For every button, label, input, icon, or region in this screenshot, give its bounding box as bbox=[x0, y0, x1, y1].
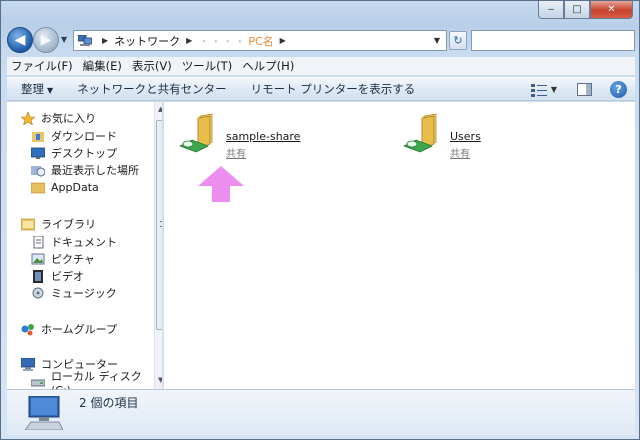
share-subtitle: 共有 bbox=[226, 149, 246, 160]
address-bar[interactable]: ▶ ネットワーク ▶ ・・・・ PC名 ▶ ▼ bbox=[73, 30, 447, 51]
star-icon bbox=[21, 111, 35, 125]
refresh-button[interactable]: ↻ bbox=[449, 31, 467, 50]
view-dropdown-icon[interactable]: ▼ bbox=[551, 85, 557, 94]
music-icon bbox=[32, 287, 44, 298]
menu-edit[interactable]: 編集(E) bbox=[79, 58, 126, 74]
computer-icon bbox=[21, 357, 35, 371]
nav-homegroup[interactable]: ホームグループ bbox=[21, 321, 117, 337]
item-count: 2 個の項目 bbox=[79, 396, 139, 410]
nav-music[interactable]: ミュージック bbox=[31, 285, 117, 301]
organize-dropdown-icon: ▼ bbox=[47, 86, 54, 95]
nav-appdata[interactable]: AppData bbox=[31, 179, 99, 195]
nav-recent-places-label: 最近表示した場所 bbox=[51, 164, 139, 177]
downloads-folder-icon bbox=[32, 131, 44, 142]
nav-downloads-label: ダウンロード bbox=[51, 130, 117, 143]
forward-button[interactable]: ▶ bbox=[33, 27, 59, 53]
libraries-icon bbox=[21, 218, 35, 230]
shared-folder-icon bbox=[179, 113, 213, 153]
refresh-icon: ↻ bbox=[453, 34, 463, 47]
nav-videos-label: ビデオ bbox=[51, 270, 84, 283]
nav-favorites[interactable]: お気に入り bbox=[21, 110, 96, 126]
command-bar-right: ▼ ? bbox=[530, 81, 627, 98]
share-text: Users 共有 bbox=[450, 112, 481, 160]
share-subtitle: 共有 bbox=[450, 149, 470, 160]
scroll-up-icon[interactable]: ▲ bbox=[158, 105, 162, 113]
nav-downloads[interactable]: ダウンロード bbox=[31, 128, 117, 144]
share-item-sample-share[interactable]: sample-share 共有 bbox=[178, 112, 300, 160]
close-button[interactable]: ✕ bbox=[590, 1, 633, 19]
folder-icon bbox=[31, 182, 45, 193]
address-dropdown-icon[interactable]: ▼ bbox=[434, 36, 440, 45]
maximize-button[interactable]: □ bbox=[564, 1, 590, 19]
nav-recent-places[interactable]: 最近表示した場所 bbox=[31, 162, 139, 178]
share-name[interactable]: Users bbox=[450, 130, 481, 143]
pictures-icon bbox=[31, 253, 45, 264]
breadcrumb-network[interactable]: ネットワーク bbox=[114, 33, 180, 49]
preview-pane-icon[interactable] bbox=[577, 83, 592, 96]
computer-icon bbox=[25, 396, 63, 430]
nav-pictures[interactable]: ピクチャ bbox=[31, 251, 95, 267]
nav-homegroup-label: ホームグループ bbox=[41, 323, 118, 336]
nav-music-label: ミュージック bbox=[51, 287, 117, 300]
search-input[interactable] bbox=[471, 30, 635, 51]
menu-help[interactable]: ヘルプ(H) bbox=[238, 58, 298, 74]
share-item-users[interactable]: Users 共有 bbox=[402, 112, 481, 160]
network-center-button[interactable]: ネットワークと共有センター bbox=[77, 81, 227, 97]
explorer-window: ‒ □ ✕ ◀ ▶ ▼ ▶ ネットワーク ▶ ・・・・ PC名 ▶ ▼ ↻ ファ… bbox=[0, 0, 640, 440]
share-name[interactable]: sample-share bbox=[226, 130, 300, 143]
nav-favorites-label: お気に入り bbox=[41, 112, 96, 125]
documents-icon bbox=[33, 235, 44, 248]
recent-places-icon bbox=[31, 165, 45, 176]
scroll-down-icon[interactable]: ▼ bbox=[158, 376, 162, 384]
desktop-icon bbox=[31, 147, 45, 159]
breadcrumb-separator-icon[interactable]: ▶ bbox=[280, 36, 286, 45]
scrollbar-grip-icon bbox=[160, 221, 162, 227]
nav-videos[interactable]: ビデオ bbox=[31, 268, 84, 284]
nav-local-disk[interactable]: ローカル ディスク (C:) bbox=[31, 370, 162, 389]
command-bar: 整理 ▼ ネットワークと共有センター リモート プリンターを表示する ▼ ? bbox=[7, 77, 635, 101]
forward-arrow-icon: ▶ bbox=[40, 32, 52, 48]
nav-libraries[interactable]: ライブラリ bbox=[21, 216, 96, 232]
back-button[interactable]: ◀ bbox=[7, 27, 33, 53]
network-computer-icon bbox=[78, 35, 92, 46]
organize-label: 整理 bbox=[21, 82, 44, 96]
scrollbar-thumb[interactable] bbox=[156, 120, 162, 330]
remote-printers-button[interactable]: リモート プリンターを表示する bbox=[251, 81, 416, 97]
shared-folder-icon bbox=[403, 113, 437, 153]
recent-pages-dropdown-icon[interactable]: ▼ bbox=[61, 35, 67, 44]
content-pane: sample-share 共有 Users 共有 bbox=[164, 102, 635, 389]
navigation-bar: ◀ ▶ ▼ ▶ ネットワーク ▶ ・・・・ PC名 ▶ ▼ ↻ bbox=[7, 27, 635, 53]
nav-pictures-label: ピクチャ bbox=[51, 253, 95, 266]
navigation-pane: お気に入り ダウンロード デスクトップ 最近表示した場所 AppData ライブ… bbox=[7, 102, 163, 389]
nav-libraries-label: ライブラリ bbox=[41, 218, 96, 231]
breadcrumb-separator-icon[interactable]: ▶ bbox=[186, 36, 192, 45]
videos-icon bbox=[33, 269, 43, 283]
back-arrow-icon: ◀ bbox=[14, 32, 26, 48]
nav-appdata-label: AppData bbox=[51, 180, 99, 194]
details-pane: 2 個の項目 bbox=[7, 389, 635, 435]
breadcrumb-pc-name[interactable]: PC名 bbox=[248, 33, 273, 49]
menu-view[interactable]: 表示(V) bbox=[128, 58, 176, 74]
menu-bar: ファイル(F) 編集(E) 表示(V) ツール(T) ヘルプ(H) bbox=[7, 57, 635, 75]
caption-buttons: ‒ □ ✕ bbox=[538, 1, 633, 19]
nav-documents[interactable]: ドキュメント bbox=[31, 234, 117, 250]
breadcrumb-pc-name-blurred[interactable]: ・・・・ bbox=[198, 33, 246, 49]
minimize-button[interactable]: ‒ bbox=[538, 1, 564, 19]
organize-button[interactable]: 整理 ▼ bbox=[21, 81, 53, 97]
breadcrumb-separator-icon[interactable]: ▶ bbox=[102, 36, 108, 45]
nav-desktop[interactable]: デスクトップ bbox=[31, 145, 117, 161]
share-text: sample-share 共有 bbox=[226, 112, 300, 160]
nav-local-disk-label: ローカル ディスク (C:) bbox=[51, 369, 142, 390]
help-icon[interactable]: ? bbox=[610, 81, 627, 98]
menu-file[interactable]: ファイル(F) bbox=[7, 58, 77, 74]
annotation-arrow-icon bbox=[198, 166, 244, 202]
change-view-icon[interactable] bbox=[530, 83, 547, 97]
homegroup-icon bbox=[21, 323, 34, 335]
disk-drive-icon bbox=[31, 379, 45, 386]
nav-documents-label: ドキュメント bbox=[51, 236, 117, 249]
nav-desktop-label: デスクトップ bbox=[51, 147, 117, 160]
menu-tools[interactable]: ツール(T) bbox=[178, 58, 237, 74]
navpane-scrollbar[interactable]: ▲ ▼ bbox=[154, 102, 162, 389]
